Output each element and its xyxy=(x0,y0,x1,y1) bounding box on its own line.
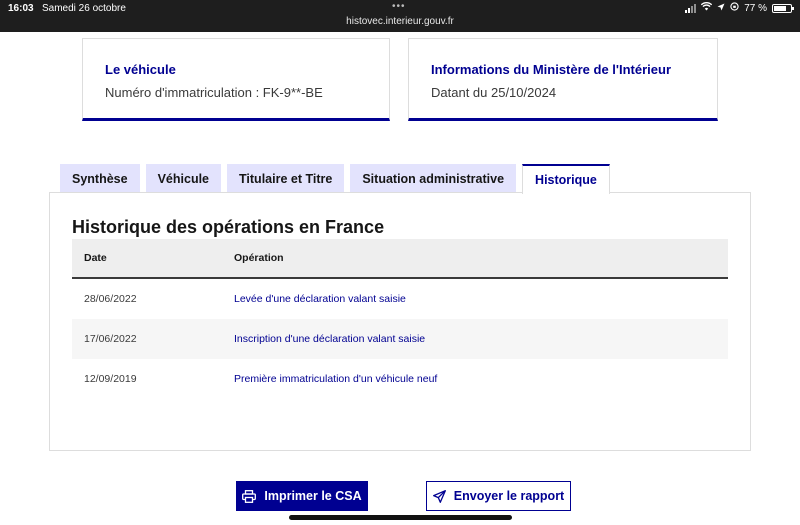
tab-synthese[interactable]: Synthèse xyxy=(60,164,140,193)
send-report-button[interactable]: Envoyer le rapport xyxy=(426,481,571,511)
history-title: Historique des opérations en France xyxy=(72,217,385,237)
table-row: 12/09/2019 Première immatriculation d'un… xyxy=(72,359,728,399)
row-date: 28/06/2022 xyxy=(84,293,137,305)
print-csa-button[interactable]: Imprimer le CSA xyxy=(236,481,368,511)
data-date: Datant du 25/10/2024 xyxy=(431,85,557,100)
cellular-signal-icon xyxy=(685,3,697,13)
tab-situation-administrative[interactable]: Situation administrative xyxy=(350,164,517,193)
printer-icon xyxy=(242,489,257,503)
location-icon xyxy=(717,3,725,14)
vehicle-card-title: Le véhicule xyxy=(105,62,176,77)
column-header-date: Date xyxy=(84,252,107,264)
wifi-icon xyxy=(701,2,713,14)
status-bar: 16:03 Samedi 26 octobre ••• histovec.int… xyxy=(0,0,800,32)
registration-number: Numéro d'immatriculation : FK-9**-BE xyxy=(105,85,323,100)
history-panel: Historique des opérations en France Date… xyxy=(49,192,751,451)
print-csa-label: Imprimer le CSA xyxy=(264,489,362,503)
column-header-operation: Opération xyxy=(234,252,284,264)
tab-titulaire-et-titre[interactable]: Titulaire et Titre xyxy=(227,164,345,193)
tab-vehicule[interactable]: Véhicule xyxy=(145,164,222,193)
status-date: Samedi 26 octobre xyxy=(42,3,126,14)
history-table: Date Opération 28/06/2022 Levée d'une dé… xyxy=(72,239,728,399)
row-date: 17/06/2022 xyxy=(84,333,137,345)
vehicle-card: Le véhicule Numéro d'immatriculation : F… xyxy=(82,38,390,121)
status-indicators: 77 % xyxy=(685,2,794,14)
tab-historique[interactable]: Historique xyxy=(522,164,610,194)
ministry-info-card: Informations du Ministère de l'Intérieur… xyxy=(408,38,718,121)
table-row: 17/06/2022 Inscription d'une déclaration… xyxy=(72,319,728,359)
ministry-info-title: Informations du Ministère de l'Intérieur xyxy=(431,62,672,77)
report-tabs: Synthèse Véhicule Titulaire et Titre Sit… xyxy=(60,164,610,194)
battery-icon xyxy=(772,3,794,13)
row-operation: Inscription d'une déclaration valant sai… xyxy=(234,333,426,345)
status-time: 16:03 xyxy=(8,3,34,14)
row-operation: Levée d'une déclaration valant saisie xyxy=(234,293,406,305)
home-indicator[interactable] xyxy=(289,515,512,520)
row-operation: Première immatriculation d'un véhicule n… xyxy=(234,373,438,385)
row-date: 12/09/2019 xyxy=(84,373,137,385)
address-bar-url[interactable]: histovec.interieur.gouv.fr xyxy=(0,16,800,27)
battery-percentage: 77 % xyxy=(744,2,767,14)
table-header: Date Opération xyxy=(72,239,728,279)
table-row: 28/06/2022 Levée d'une déclaration valan… xyxy=(72,279,728,319)
send-report-label: Envoyer le rapport xyxy=(453,489,565,503)
send-icon xyxy=(432,489,446,503)
multitasking-dots-icon[interactable]: ••• xyxy=(392,1,406,12)
orientation-lock-icon xyxy=(730,2,739,14)
